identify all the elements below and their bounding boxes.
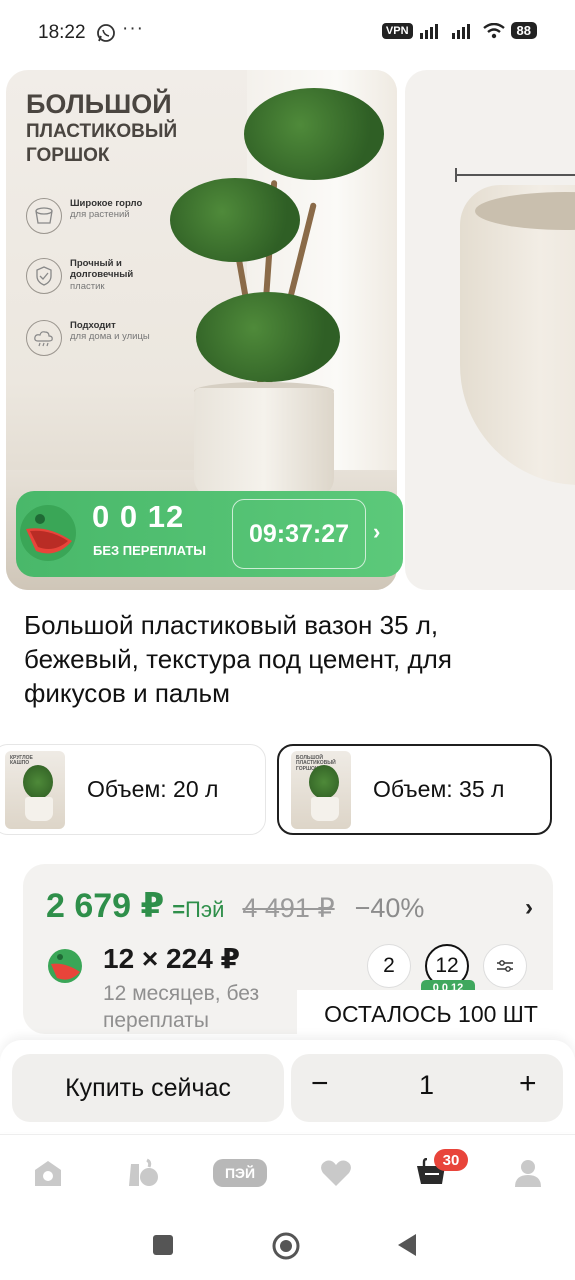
pay-label: Пэй (185, 897, 225, 922)
variant-thumbnail: КРУГЛОЕ КАШПО (5, 750, 65, 829)
gallery-slide-second[interactable] (405, 70, 575, 590)
thumb-pot (311, 796, 339, 821)
installment-description: 12 месяцев, без переплаты (103, 982, 260, 1033)
installment-mascot-icon (48, 949, 82, 983)
signal-icon (419, 23, 438, 39)
stock-remaining-banner: ОСТАЛОСЬ 100 ШТ (297, 990, 565, 1038)
status-bar: 18:22 ··· VPN 88 (0, 0, 575, 68)
profile-icon (515, 1160, 541, 1187)
recent-apps-button[interactable] (152, 1234, 174, 1256)
back-button[interactable] (396, 1233, 418, 1257)
installment-amount: 12 × 224 ₽ (103, 943, 241, 974)
status-indicators: VPN 88 (381, 22, 537, 39)
system-navigation-bar (0, 1212, 575, 1280)
status-more-dots: ··· (122, 18, 144, 39)
promo-subtitle: БЕЗ ПЕРЕПЛАТЫ (93, 543, 207, 558)
feature-title: Прочный и долговечный (70, 258, 134, 281)
promo-countdown-timer: 09:37:27 (232, 499, 366, 569)
feature-home-outdoor: Подходит для дома и улицы (26, 320, 186, 356)
buy-bar: Купить сейчас − 1 + (0, 1040, 575, 1132)
feature-title: Широкое горло (70, 198, 143, 209)
variant-label: Объем: 35 л (373, 776, 505, 802)
battery-indicator: 88 (510, 22, 537, 39)
tab-catalog[interactable] (126, 1155, 162, 1191)
price-row: 2 679 ₽ = Пэй 4 491 ₽ −40% (46, 886, 424, 926)
feature-sub: пластик (70, 280, 105, 292)
home-icon (35, 1161, 61, 1186)
tab-favorites[interactable] (318, 1155, 354, 1191)
variant-thumb-text: КРУГЛОЕ КАШПО (10, 754, 33, 766)
variant-label: Объем: 20 л (87, 776, 219, 802)
feature-durable: Прочный и долговечный пластик (26, 258, 186, 294)
thumb-plant (23, 764, 53, 799)
promo-amount: 0 0 12 (92, 499, 185, 534)
quantity-stepper[interactable]: − 1 + (291, 1054, 563, 1122)
pay-equals-icon: = (172, 897, 186, 922)
status-time: 18:22 (38, 22, 86, 43)
chevron-right-icon[interactable]: › (525, 894, 533, 922)
shield-check-icon (26, 258, 62, 294)
bottom-tab-bar: ПЭЙ 30 (0, 1134, 575, 1210)
slide-title-line2: ПЛАСТИКОВЫЙ (26, 121, 178, 143)
old-price: 4 491 ₽ (242, 893, 335, 923)
plant-foliage (244, 88, 384, 180)
slide-title-line3: ГОРШОК (26, 145, 110, 167)
pay-tab-label: ПЭЙ (213, 1159, 267, 1187)
signal-icon-2 (451, 23, 470, 39)
whatsapp-icon (97, 24, 115, 42)
increase-quantity-button[interactable]: + (519, 1067, 537, 1101)
product-gallery[interactable]: БОЛЬШОЙ ПЛАСТИКОВЫЙ ГОРШОК Широкое горло… (0, 68, 575, 592)
dimension-line (455, 174, 575, 176)
buy-now-button[interactable]: Купить сейчас (12, 1054, 284, 1122)
feature-wide-neck: Широкое горло для растений (26, 198, 186, 234)
cart-count-badge: 30 (434, 1149, 468, 1171)
pot-image (194, 388, 334, 498)
pot-closeup-image (460, 185, 575, 485)
wifi-icon (482, 22, 505, 38)
quantity-value: 1 (419, 1070, 435, 1100)
installment-promo-banner[interactable]: 0 0 12 БЕЗ ПЕРЕПЛАТЫ 09:37:27 › (16, 491, 403, 577)
weather-icon (26, 320, 62, 356)
home-button[interactable] (271, 1231, 301, 1261)
mascot-icon (20, 505, 76, 561)
heart-icon (321, 1160, 351, 1186)
thumb-plant (309, 764, 339, 799)
plant-foliage (196, 292, 340, 382)
discount-badge: −40% (354, 893, 425, 923)
current-price: 2 679 ₽ (46, 887, 165, 925)
vpn-badge: VPN (381, 22, 413, 39)
feature-sub: для растений (70, 209, 130, 221)
tab-home[interactable] (30, 1155, 66, 1191)
catalog-icon (129, 1158, 158, 1186)
variant-volume-35[interactable]: БОЛЬШОЙ ПЛАСТИКОВЫЙ ГОРШОК Объем: 35 л (277, 744, 552, 835)
variant-thumbnail: БОЛЬШОЙ ПЛАСТИКОВЫЙ ГОРШОК (291, 750, 351, 829)
tab-profile[interactable] (510, 1155, 546, 1191)
variant-volume-20[interactable]: КРУГЛОЕ КАШПО Объем: 20 л (0, 744, 266, 835)
product-title: Большой пластиковый вазон 35 л, бежевый,… (24, 610, 452, 709)
pot-outline-icon (26, 198, 62, 234)
slide-title-line1: БОЛЬШОЙ (26, 89, 172, 119)
decrease-quantity-button[interactable]: − (311, 1067, 329, 1101)
tab-pay[interactable]: ПЭЙ (212, 1155, 268, 1191)
feature-title: Подходит (70, 320, 116, 331)
plant-foliage (170, 178, 300, 262)
feature-sub: для дома и улицы (70, 331, 150, 343)
chevron-right-icon: › (373, 519, 381, 544)
filter-icon[interactable] (483, 944, 527, 988)
slide-title: БОЛЬШОЙ ПЛАСТИКОВЫЙ ГОРШОК (26, 90, 177, 166)
term-option-2[interactable]: 2 (367, 944, 411, 988)
thumb-pot (25, 796, 53, 821)
